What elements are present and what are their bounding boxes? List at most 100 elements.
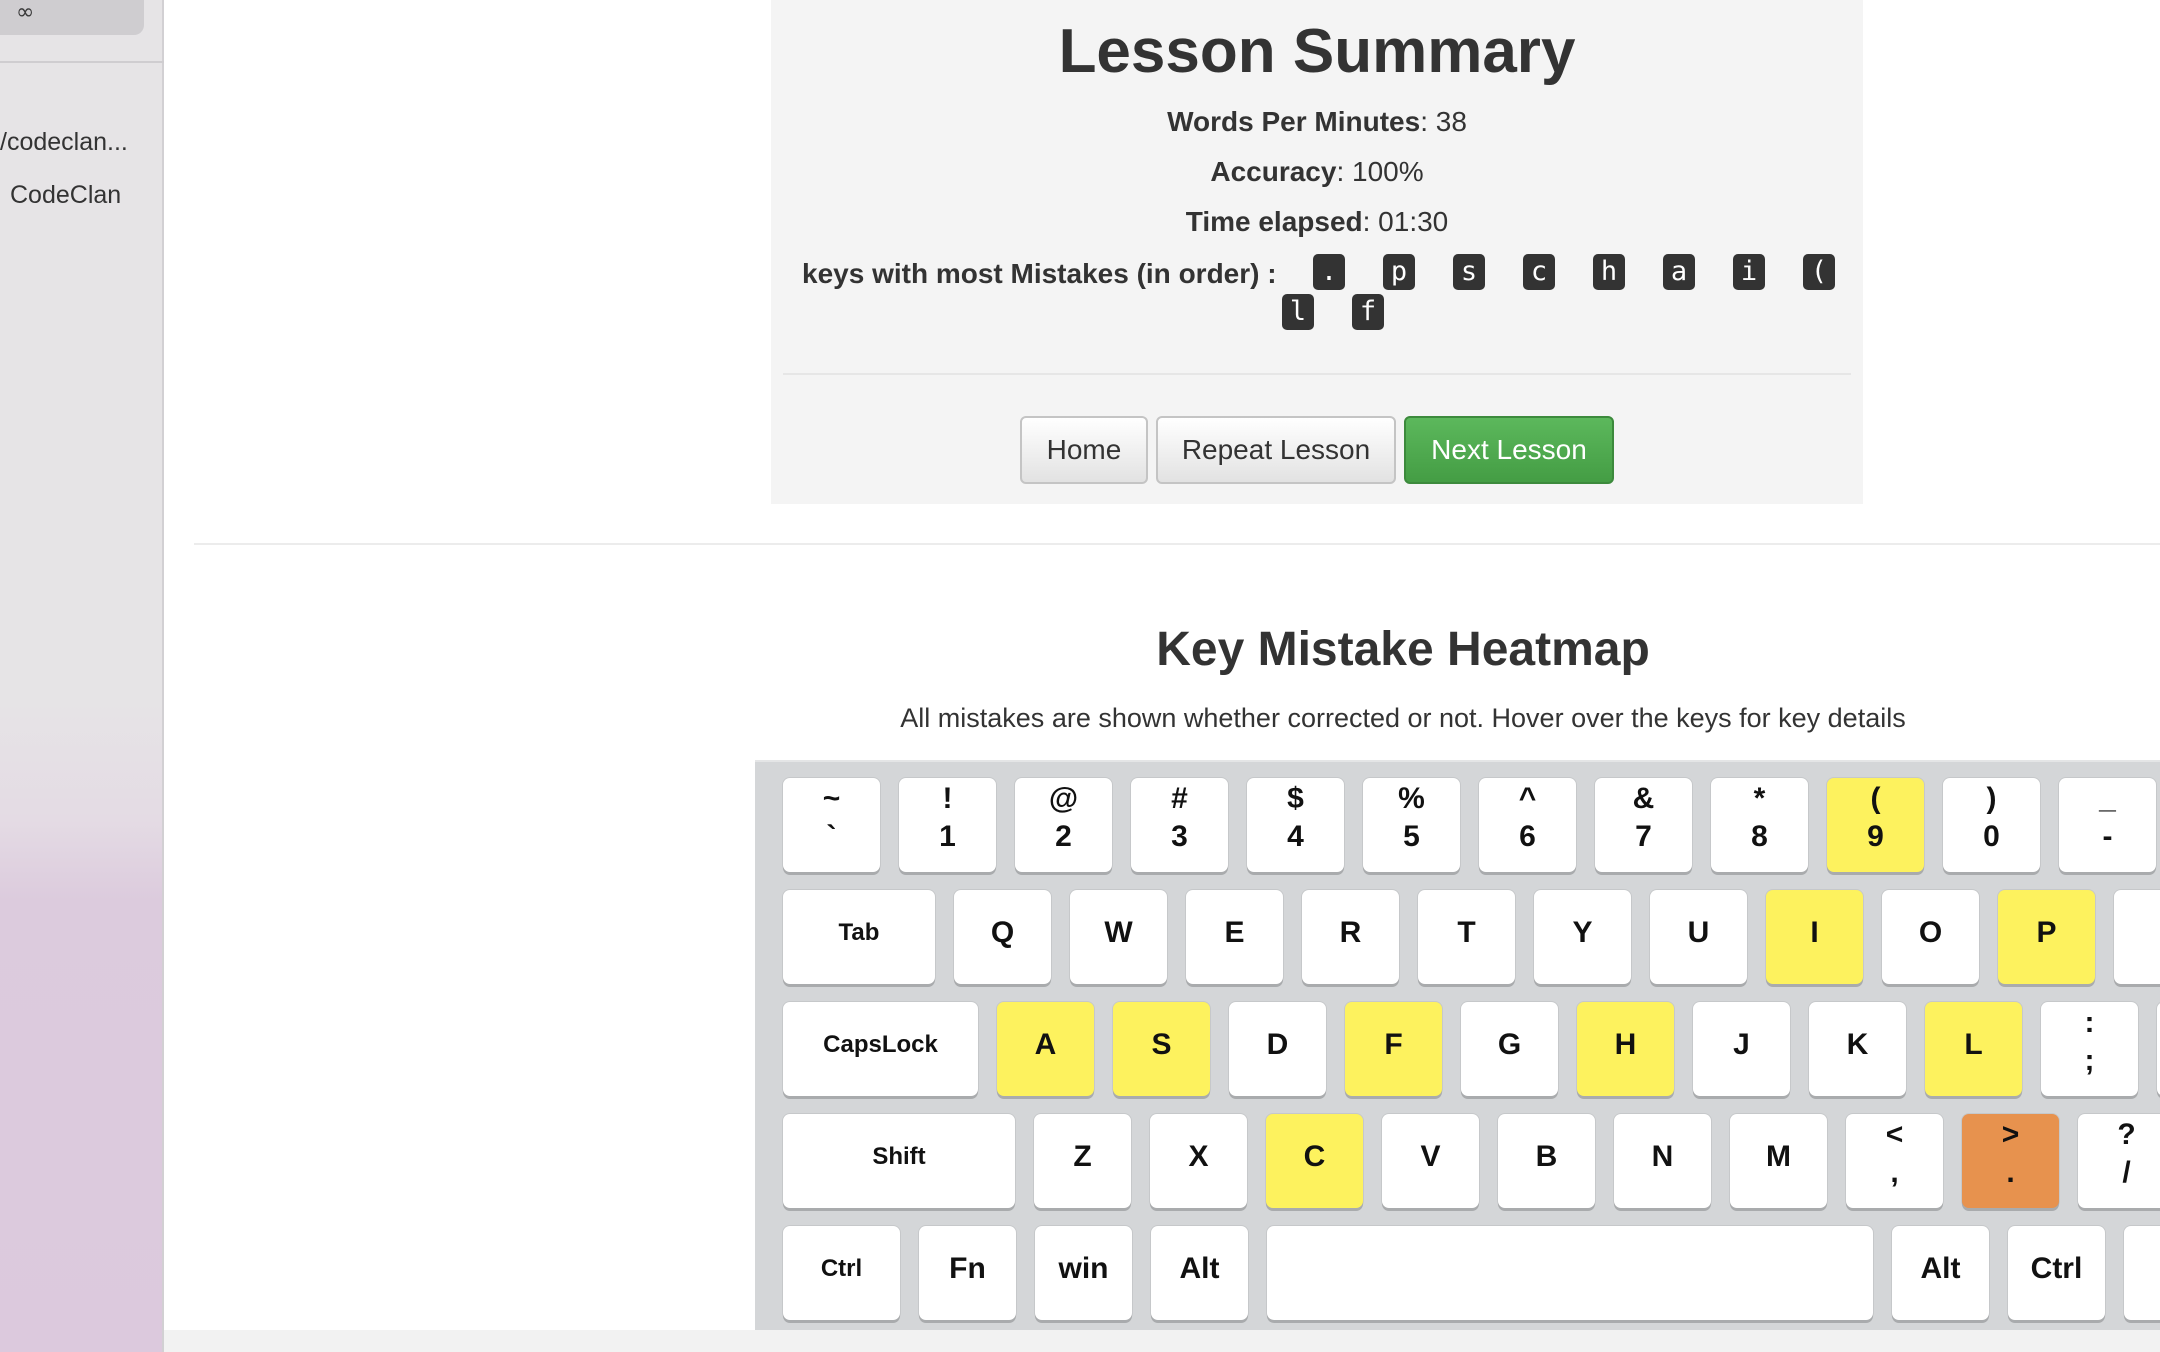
key-[interactable]: _ - bbox=[2059, 778, 2156, 872]
key-alt[interactable]: Alt bbox=[1151, 1226, 1248, 1320]
key-label: Alt bbox=[1920, 1252, 1961, 1285]
key-ctrl[interactable]: Ctrl bbox=[2008, 1226, 2105, 1320]
key-ctrl[interactable]: Ctrl bbox=[783, 1226, 900, 1320]
key-blank[interactable] bbox=[1267, 1226, 1873, 1320]
key-z[interactable]: Z bbox=[1034, 1114, 1131, 1208]
key-shift-label: # bbox=[1171, 782, 1188, 815]
key-u[interactable]: U bbox=[1650, 890, 1747, 984]
key-r[interactable]: R bbox=[1302, 890, 1399, 984]
key-shift-label: ) bbox=[1986, 782, 1997, 815]
sidebar-item-name[interactable]: CodeClan bbox=[10, 181, 121, 210]
key-o[interactable]: O bbox=[1882, 890, 1979, 984]
key-shift-label: < bbox=[1885, 1118, 1904, 1151]
key-9-highlighted[interactable]: (9 bbox=[1827, 778, 1924, 872]
key-shift-label: * bbox=[1753, 782, 1766, 815]
key-label: Y bbox=[1572, 916, 1593, 949]
key-d[interactable]: D bbox=[1229, 1002, 1326, 1096]
key-label: 4 bbox=[1287, 820, 1304, 853]
glasses-icon[interactable]: ∞ bbox=[16, 0, 34, 25]
key-[interactable]: ? / bbox=[2078, 1114, 2160, 1208]
key-f-highlighted[interactable]: F bbox=[1345, 1002, 1442, 1096]
key-label: Tab bbox=[838, 919, 880, 946]
mistakes-label: keys with most Mistakes (in order) : bbox=[802, 258, 1277, 289]
key-tab[interactable]: Tab bbox=[783, 890, 935, 984]
key-w[interactable]: W bbox=[1070, 890, 1167, 984]
key-shift-label: ( bbox=[1870, 782, 1881, 815]
key-e[interactable]: E bbox=[1186, 890, 1283, 984]
summary-divider bbox=[783, 373, 1851, 375]
key-label: 5 bbox=[1403, 820, 1420, 853]
key-j[interactable]: J bbox=[1693, 1002, 1790, 1096]
key-s-highlighted[interactable]: S bbox=[1113, 1002, 1210, 1096]
key-v[interactable]: V bbox=[1382, 1114, 1479, 1208]
key-i-highlighted[interactable]: I bbox=[1766, 890, 1863, 984]
key-label: Q bbox=[990, 916, 1015, 949]
key-5[interactable]: % 5 bbox=[1363, 778, 1460, 872]
key-label: , bbox=[1890, 1156, 1899, 1189]
sidebar-item-path[interactable]: /codeclan... bbox=[0, 128, 128, 157]
key-h-highlighted[interactable]: H bbox=[1577, 1002, 1674, 1096]
key-label: Ctrl bbox=[2030, 1252, 2083, 1285]
wpm-value: : 38 bbox=[1420, 106, 1467, 137]
key-[interactable]: ~ ` bbox=[783, 778, 880, 872]
key-alt[interactable]: Alt bbox=[1892, 1226, 1989, 1320]
key-fn[interactable]: Fn bbox=[919, 1226, 1016, 1320]
key-a-highlighted[interactable]: A bbox=[997, 1002, 1094, 1096]
key-label: D bbox=[1266, 1028, 1289, 1061]
key-capslock[interactable]: CapsLock bbox=[783, 1002, 978, 1096]
mistake-key-chip: c bbox=[1523, 254, 1555, 290]
keyboard-heatmap: ~ `! 1 @2 #3 $4% 5 ^ 6 & 7 * 8(9) 0 _ - Tab Q W E R T Y U I O P Cap… bbox=[755, 760, 2160, 1340]
key-label: J bbox=[1733, 1028, 1750, 1061]
sidebar: ∞ /codeclan... CodeClan bbox=[0, 0, 164, 1352]
key-blank[interactable] bbox=[2114, 890, 2160, 984]
key-shift-label: ? bbox=[2117, 1118, 2136, 1151]
sidebar-divider bbox=[0, 61, 164, 63]
mistake-key-chip: ( bbox=[1803, 254, 1835, 290]
key-win[interactable]: win bbox=[1035, 1226, 1132, 1320]
key-shift[interactable]: Shift bbox=[783, 1114, 1015, 1208]
key-n[interactable]: N bbox=[1614, 1114, 1711, 1208]
key-label: S bbox=[1151, 1028, 1172, 1061]
key-m[interactable]: M bbox=[1730, 1114, 1827, 1208]
key-6[interactable]: ^ 6 bbox=[1479, 778, 1576, 872]
key-k[interactable]: K bbox=[1809, 1002, 1906, 1096]
key-label: C bbox=[1303, 1140, 1326, 1173]
key-0[interactable]: ) 0 bbox=[1943, 778, 2040, 872]
time-label: Time elapsed bbox=[1185, 206, 1363, 237]
key-label: / bbox=[2122, 1156, 2131, 1189]
key-y[interactable]: Y bbox=[1534, 890, 1631, 984]
key-label: A bbox=[1034, 1028, 1057, 1061]
key-4[interactable]: $4 bbox=[1247, 778, 1344, 872]
key-1[interactable]: ! 1 bbox=[899, 778, 996, 872]
key-7[interactable]: & 7 bbox=[1595, 778, 1692, 872]
key-label: N bbox=[1651, 1140, 1674, 1173]
key-[interactable]: <, bbox=[1846, 1114, 1943, 1208]
key--highlighted[interactable]: >. bbox=[1962, 1114, 2059, 1208]
key-p-highlighted[interactable]: P bbox=[1998, 890, 2095, 984]
summary-title: Lesson Summary bbox=[1058, 17, 1576, 86]
key-c-highlighted[interactable]: C bbox=[1266, 1114, 1363, 1208]
key-blank[interactable] bbox=[2124, 1226, 2160, 1320]
key-t[interactable]: T bbox=[1418, 890, 1515, 984]
key-b[interactable]: B bbox=[1498, 1114, 1595, 1208]
key-2[interactable]: @2 bbox=[1015, 778, 1112, 872]
repeat-lesson-button[interactable]: Repeat Lesson bbox=[1156, 416, 1396, 484]
wpm-stat: Words Per Minutes: 38 bbox=[771, 106, 1863, 138]
key-q[interactable]: Q bbox=[954, 890, 1051, 984]
next-lesson-button[interactable]: Next Lesson bbox=[1404, 416, 1614, 484]
key-label: 0 bbox=[1983, 820, 2000, 853]
key-label: 2 bbox=[1055, 820, 1072, 853]
key-[interactable]: :; bbox=[2041, 1002, 2138, 1096]
key-label: G bbox=[1497, 1028, 1522, 1061]
sidebar-reader-tab[interactable]: ∞ bbox=[0, 0, 144, 35]
key-label: X bbox=[1188, 1140, 1209, 1173]
time-stat: Time elapsed: 01:30 bbox=[771, 206, 1863, 238]
heatmap-subtitle: All mistakes are shown whether corrected… bbox=[900, 703, 1906, 733]
key-label: V bbox=[1420, 1140, 1441, 1173]
key-g[interactable]: G bbox=[1461, 1002, 1558, 1096]
key-x[interactable]: X bbox=[1150, 1114, 1247, 1208]
key-l-highlighted[interactable]: L bbox=[1925, 1002, 2022, 1096]
home-button[interactable]: Home bbox=[1020, 416, 1148, 484]
key-3[interactable]: #3 bbox=[1131, 778, 1228, 872]
key-8[interactable]: * 8 bbox=[1711, 778, 1808, 872]
